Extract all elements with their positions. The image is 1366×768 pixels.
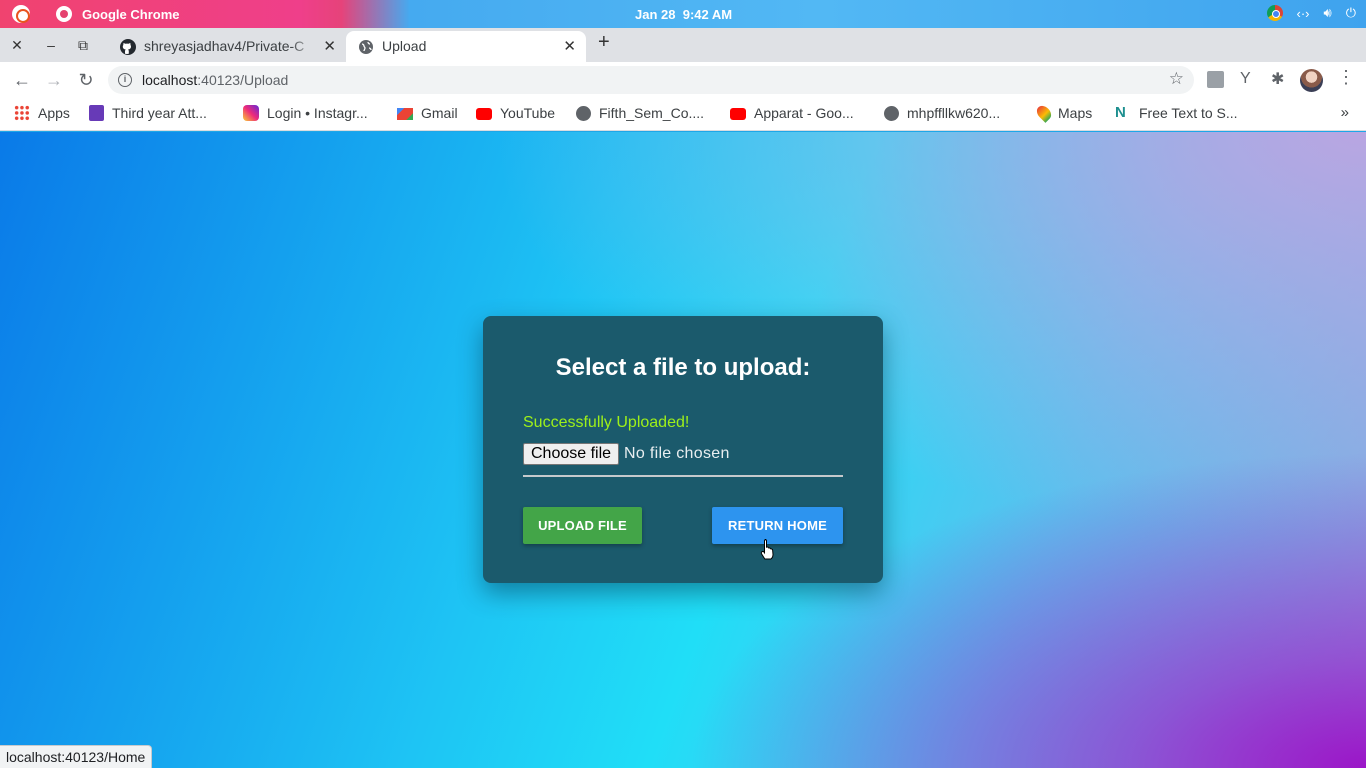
extensions-puzzle-icon[interactable]: ✱ (1271, 69, 1289, 88)
window-restore-icon[interactable]: ⧉ (72, 34, 94, 56)
chrome-tray-icon[interactable] (1266, 5, 1283, 21)
hand-cursor-icon (760, 539, 774, 560)
system-tray: ‹·› 🔊︎ ⏻ (1266, 5, 1356, 21)
n-icon: N (1115, 104, 1126, 121)
bookmarks-bar: Apps Third year Att... Login • Instagr..… (0, 98, 1366, 131)
page-content: Select a file to upload: Successfully Up… (0, 132, 1366, 768)
apps-grid-icon (14, 105, 30, 121)
clock[interactable]: Jan 28 9:42 AM (635, 7, 732, 22)
maps-icon (1034, 103, 1054, 123)
link-status-bar: localhost:40123/Home (0, 745, 153, 768)
tab-title: shreyasjadhav4/Private-C (144, 38, 305, 54)
bookmark-fifth-sem[interactable]: Fifth_Sem_Co.... (576, 105, 704, 121)
upload-file-button[interactable]: UPLOAD FILE (523, 507, 642, 544)
network-icon[interactable]: ‹·› (1297, 6, 1310, 21)
globe-icon (576, 105, 591, 121)
window-minimize-icon[interactable]: – (40, 34, 62, 56)
no-file-label: No file chosen (624, 445, 730, 462)
bookmark-gmail[interactable]: Gmail (397, 105, 458, 121)
bookmark-third-year[interactable]: Third year Att... (89, 105, 207, 121)
bookmark-mhpff[interactable]: mhpffllkw620... (884, 105, 1000, 121)
bookmark-maps[interactable]: Maps (1034, 103, 1092, 123)
globe-icon (884, 105, 899, 121)
bookmark-instagram[interactable]: Login • Instagr... (243, 105, 368, 121)
menu-kebab-icon[interactable]: ⋮ (1337, 67, 1355, 87)
bookmark-star-icon[interactable]: ☆ (1169, 69, 1184, 89)
instagram-icon (243, 105, 259, 121)
forward-arrow-icon[interactable]: → (42, 69, 66, 93)
tab-github[interactable]: shreyasjadhav4/Private-C ✕ (108, 31, 346, 62)
success-message: Successfully Uploaded! (523, 414, 690, 431)
bookmark-apparat[interactable]: Apparat - Goo... (730, 105, 854, 121)
tab-upload[interactable]: Upload ✕ (346, 31, 586, 62)
bookmark-apps[interactable]: Apps (14, 105, 70, 121)
extension-y-icon[interactable]: Y (1240, 70, 1258, 88)
gmail-icon (397, 108, 413, 120)
return-home-button[interactable]: RETURN HOME (712, 507, 843, 544)
bookmark-free-text[interactable]: N Free Text to S... (1115, 104, 1238, 122)
tab-close-icon[interactable]: ✕ (563, 37, 576, 55)
bookmarks-overflow-icon[interactable]: » (1341, 104, 1349, 121)
github-icon (120, 39, 136, 55)
ubuntu-logo-icon[interactable] (12, 5, 30, 23)
upload-title: Select a file to upload: (555, 354, 811, 381)
forms-icon (89, 105, 104, 121)
choose-file-button[interactable]: Choose file (523, 443, 620, 465)
profile-avatar[interactable] (1300, 69, 1323, 92)
volume-icon[interactable]: 🔊︎ (1324, 5, 1332, 21)
youtube-icon (476, 108, 492, 120)
tab-title: Upload (382, 38, 427, 54)
address-url[interactable]: localhost:40123/Upload (142, 72, 288, 88)
reload-icon[interactable]: ↻ (74, 69, 98, 93)
tab-strip: ✕ – ⧉ shreyasjadhav4/Private-C ✕ Upload … (0, 28, 1366, 62)
file-input-field[interactable]: Choose file No file chosen (523, 443, 843, 477)
window-close-icon[interactable]: ✕ (6, 34, 28, 56)
globe-icon (359, 40, 373, 54)
browser-toolbar: ← → ↻ i localhost:40123/Upload ☆ Y ✱ ⋮ (0, 62, 1366, 98)
upload-card: Select a file to upload: Successfully Up… (483, 316, 883, 583)
back-arrow-icon[interactable]: ← (10, 69, 34, 93)
youtube-icon (730, 108, 746, 120)
chrome-app-icon (56, 6, 72, 22)
extension-sf-icon[interactable] (1207, 71, 1224, 88)
site-info-icon[interactable]: i (118, 73, 132, 87)
new-tab-icon[interactable]: + (598, 31, 610, 54)
tab-close-icon[interactable]: ✕ (323, 37, 336, 55)
active-app-name[interactable]: Google Chrome (82, 7, 180, 22)
os-top-bar: Google Chrome Jan 28 9:42 AM ‹·› 🔊︎ ⏻ (0, 0, 1366, 28)
bookmark-youtube[interactable]: YouTube (476, 105, 555, 121)
power-icon[interactable]: ⏻ (1346, 5, 1356, 21)
address-bar[interactable]: i localhost:40123/Upload ☆ (108, 66, 1194, 94)
